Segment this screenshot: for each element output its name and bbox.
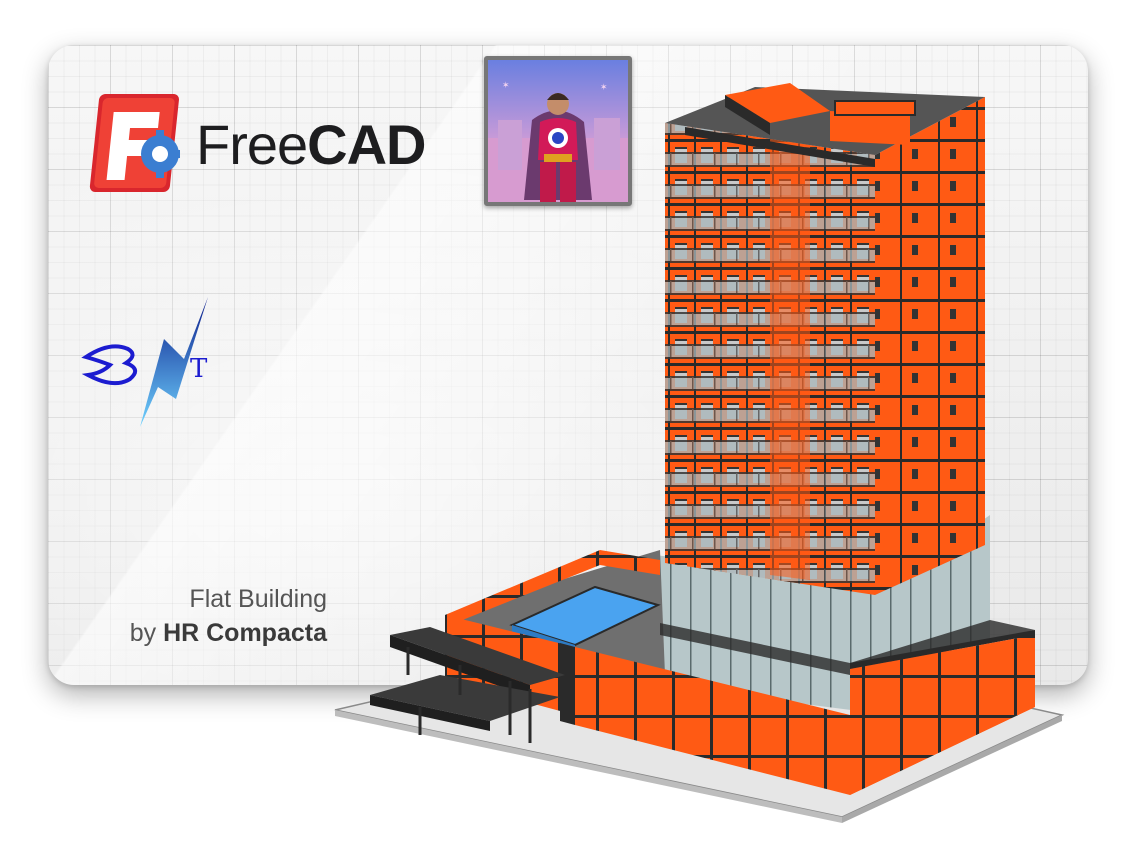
- project-title: Flat Building: [189, 585, 327, 613]
- project-author: HR Compacta: [163, 619, 327, 647]
- bnt-signature-logo: T: [81, 297, 208, 427]
- bnt-letters: T: [190, 354, 208, 384]
- wordmark-free: Free: [196, 113, 308, 176]
- freecad-logo-icon: [89, 94, 180, 192]
- project-caption: Flat Building by HR Compacta: [130, 582, 327, 650]
- project-author-line: by HR Compacta: [130, 616, 327, 650]
- building-model-image: [334, 83, 1065, 823]
- by-prefix: by: [129, 619, 157, 647]
